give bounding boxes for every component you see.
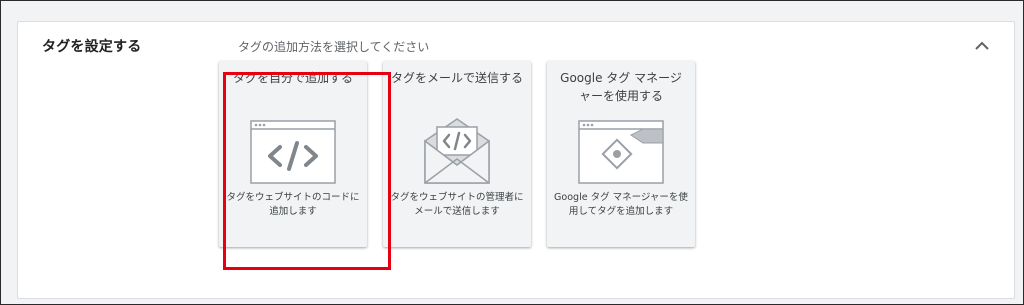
option-card-tag-manager[interactable]: Google タグ マネージャーを使用する Google タグ マネージャーを使… xyxy=(547,61,695,247)
card-title: Google タグ マネージャーを使用する xyxy=(560,71,682,103)
card-title: タグをメールで送信する xyxy=(391,71,524,85)
screenshot-frame: タグを設定する タグの追加方法を選択してください タグを自分で追加する タグをウ… xyxy=(0,0,1024,305)
option-card-email[interactable]: タグをメールで送信する タグをウェブサイトの管理者にメールで送信します xyxy=(383,61,531,247)
card-description: タグをウェブサイトのコードに追加します xyxy=(226,192,360,217)
card-description: Google タグ マネージャーを使用してタグを追加します xyxy=(554,192,688,217)
tag-manager-icon xyxy=(578,120,664,184)
option-card-add-yourself[interactable]: タグを自分で追加する タグをウェブサイトのコードに追加します xyxy=(219,61,367,247)
section-title: タグを設定する xyxy=(42,39,142,55)
card-description: タグをウェブサイトの管理者にメールで送信します xyxy=(390,192,524,217)
email-code-icon xyxy=(424,118,490,184)
section-subtitle: タグの追加方法を選択してください xyxy=(238,40,430,54)
chevron-up-icon xyxy=(975,41,989,50)
collapse-button[interactable] xyxy=(972,36,992,56)
code-icon xyxy=(250,120,336,184)
card-title: タグを自分で追加する xyxy=(232,71,353,85)
